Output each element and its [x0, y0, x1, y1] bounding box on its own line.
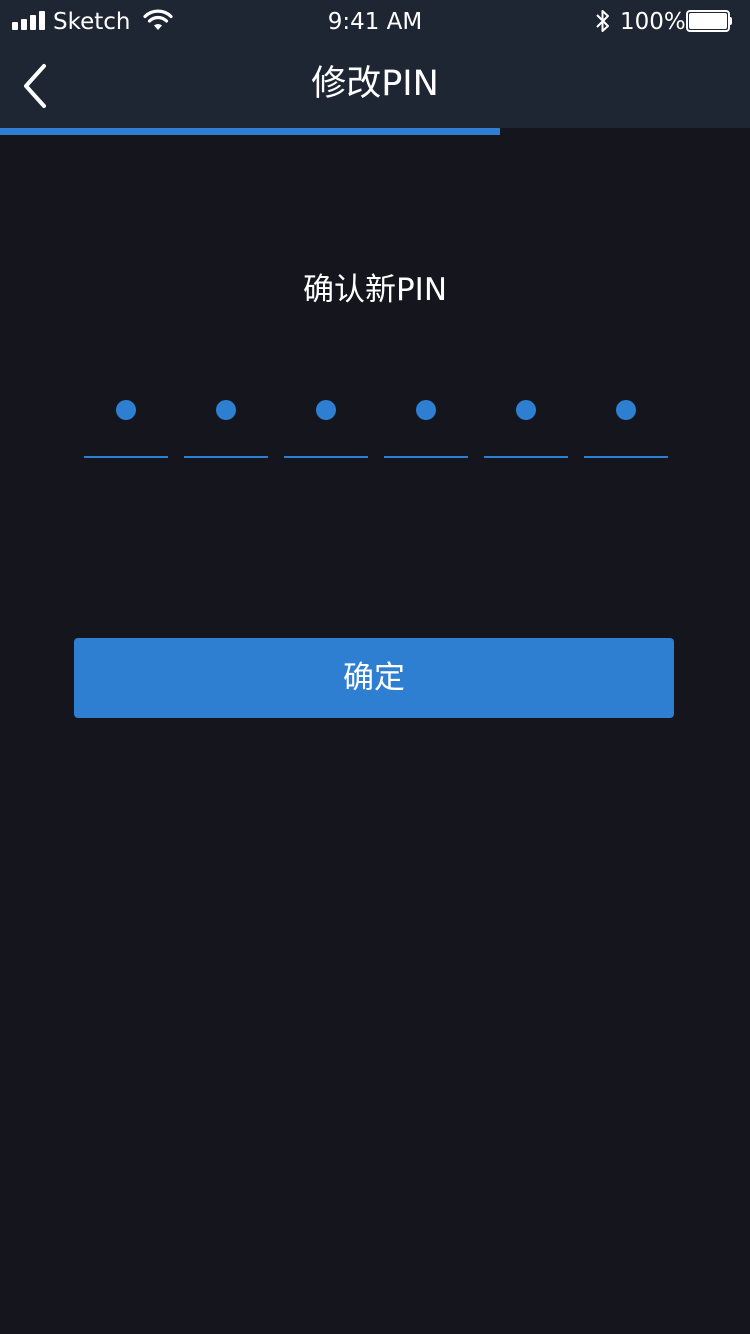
confirm-button[interactable]: 确定 [74, 638, 674, 718]
navigation-bar: 修改PIN [0, 44, 750, 128]
pin-dot-icon [616, 400, 636, 420]
page-title: 修改PIN [311, 64, 439, 104]
status-bar: Sketch 9:41 AM 100% [0, 0, 750, 44]
pin-dot-icon [516, 400, 536, 420]
pin-prompt: 确认新PIN [302, 272, 448, 308]
step-progress-fill [0, 128, 501, 135]
pin-digit-cell[interactable] [584, 388, 668, 458]
pin-input[interactable] [84, 388, 668, 460]
pin-digit-cell[interactable] [84, 388, 168, 458]
pin-dot-icon [316, 400, 336, 420]
step-progress-bar [0, 128, 750, 135]
pin-dot-icon [116, 400, 136, 420]
screen: Sketch 9:41 AM 100% 修改PIN 确认新PIN 确定 [0, 0, 750, 1334]
pin-digit-cell[interactable] [484, 388, 568, 458]
battery-percentage: 100% [620, 9, 686, 35]
pin-digit-cell[interactable] [384, 388, 468, 458]
pin-digit-cell[interactable] [284, 388, 368, 458]
bluetooth-icon [594, 8, 612, 40]
pin-digit-cell[interactable] [184, 388, 268, 458]
pin-dot-icon [416, 400, 436, 420]
top-bar: Sketch 9:41 AM 100% 修改PIN [0, 0, 750, 128]
pin-dot-icon [216, 400, 236, 420]
battery-icon [686, 10, 732, 32]
